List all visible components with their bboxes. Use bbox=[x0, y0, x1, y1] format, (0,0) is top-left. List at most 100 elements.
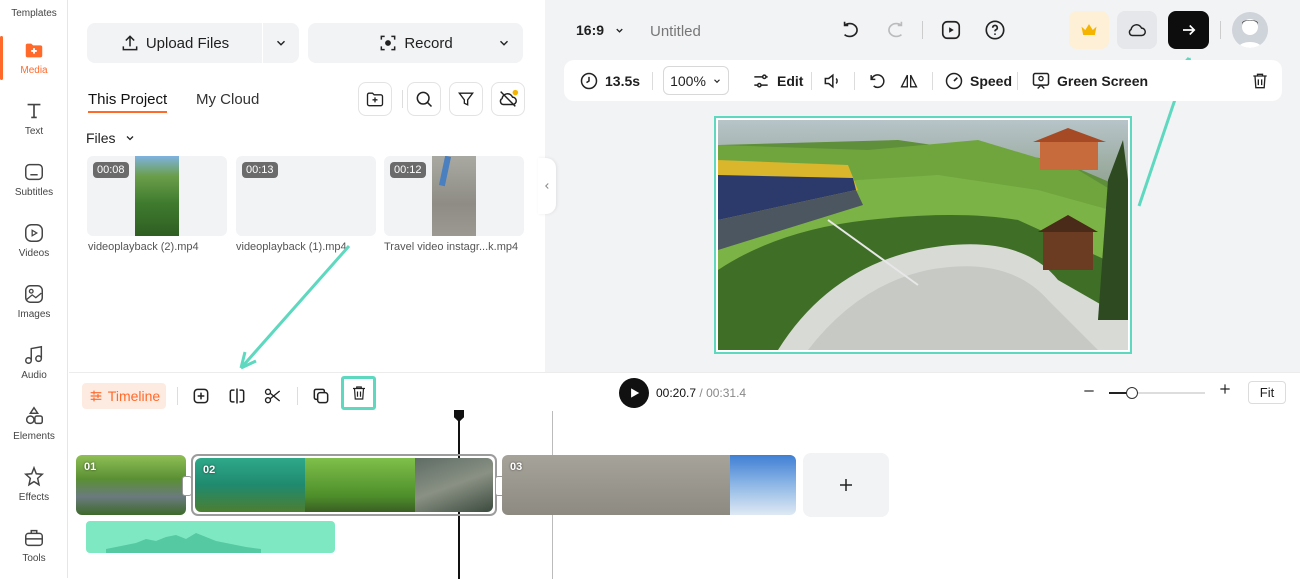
screen-record-button[interactable] bbox=[939, 18, 963, 42]
trash-icon bbox=[1253, 73, 1267, 88]
aspect-ratio-value: 16:9 bbox=[576, 22, 605, 38]
sidebar-item-label: Text bbox=[24, 125, 44, 137]
play-icon bbox=[631, 388, 640, 398]
delete-clip-button[interactable] bbox=[341, 376, 376, 410]
clip-trim-handle-left[interactable] bbox=[182, 476, 192, 496]
add-clip-button[interactable] bbox=[803, 453, 889, 517]
project-title[interactable]: Untitled bbox=[650, 23, 701, 40]
minus-icon bbox=[1084, 390, 1094, 392]
cloud-save-button[interactable] bbox=[1117, 11, 1157, 49]
avatar[interactable] bbox=[1232, 12, 1268, 48]
chevron-down-icon bbox=[713, 78, 720, 83]
record-label: Record bbox=[404, 34, 453, 52]
volume-icon bbox=[824, 73, 838, 88]
divider bbox=[854, 72, 855, 90]
sidebar-item-images[interactable]: Images bbox=[0, 272, 68, 330]
timeline-toggle-button[interactable]: Timeline bbox=[82, 383, 166, 409]
upload-icon bbox=[122, 35, 138, 51]
help-button[interactable] bbox=[983, 18, 1007, 42]
add-track-button[interactable] bbox=[188, 383, 214, 409]
sidebar-item-tools[interactable]: Tools bbox=[0, 516, 68, 574]
video-canvas[interactable] bbox=[714, 116, 1132, 354]
sidebar-item-effects[interactable]: Effects bbox=[0, 455, 68, 513]
sliders-icon bbox=[754, 73, 768, 88]
media-file-thumbnail[interactable]: 00:13 bbox=[236, 156, 376, 236]
timeline-clip[interactable]: 02 bbox=[195, 458, 493, 512]
premium-button[interactable] bbox=[1069, 11, 1109, 49]
zoom-select[interactable]: 100% bbox=[663, 66, 729, 95]
export-button[interactable] bbox=[1168, 11, 1209, 49]
upload-dropdown-button[interactable] bbox=[263, 23, 299, 63]
divider bbox=[922, 21, 923, 39]
divider bbox=[1220, 21, 1221, 39]
clip-thumbnail-image bbox=[502, 455, 730, 515]
tools-icon bbox=[25, 529, 43, 546]
flip-button[interactable] bbox=[899, 60, 919, 101]
delete-button[interactable] bbox=[1250, 60, 1270, 101]
file-name: videoplayback (2).mp4 bbox=[88, 241, 199, 253]
panel-collapse-button[interactable] bbox=[538, 158, 556, 214]
fit-button[interactable]: Fit bbox=[1248, 381, 1286, 404]
chevron-left-icon bbox=[545, 183, 549, 189]
chevron-down-icon bbox=[500, 40, 508, 46]
sidebar-item-subtitles[interactable]: Subtitles bbox=[0, 150, 68, 208]
clip-number: 01 bbox=[84, 461, 97, 473]
timeline-clip[interactable]: 03 bbox=[502, 455, 796, 515]
annotation-arrow bbox=[239, 245, 351, 370]
zoom-slider-handle[interactable] bbox=[1126, 387, 1138, 399]
zoom-out-button[interactable] bbox=[1082, 382, 1096, 403]
sidebar-item-label: Effects bbox=[18, 491, 50, 503]
videos-icon bbox=[25, 223, 43, 242]
media-file-thumbnail[interactable]: 00:12 bbox=[384, 156, 524, 236]
media-file-thumbnail[interactable]: 00:08 bbox=[87, 156, 227, 236]
total-time: 00:31.4 bbox=[706, 386, 747, 400]
rotate-button[interactable] bbox=[867, 60, 887, 101]
video-thumbnail-image bbox=[135, 156, 179, 236]
audio-track[interactable] bbox=[86, 521, 335, 553]
zoom-slider-track[interactable] bbox=[1109, 387, 1205, 399]
clock-icon bbox=[580, 72, 598, 89]
new-folder-button[interactable] bbox=[358, 82, 392, 116]
timeline-clip[interactable]: 01 bbox=[76, 455, 186, 515]
current-time: 00:20.7 bbox=[656, 386, 697, 400]
green-screen-button[interactable]: Green Screen bbox=[1031, 60, 1148, 101]
cloud-sync-button[interactable] bbox=[491, 82, 525, 116]
sidebar-item-label: Media bbox=[20, 64, 48, 76]
help-icon bbox=[985, 20, 1005, 40]
search-button[interactable] bbox=[407, 82, 441, 116]
cut-button[interactable] bbox=[260, 383, 286, 409]
sidebar-item-text[interactable]: Text bbox=[0, 89, 68, 147]
volume-button[interactable] bbox=[822, 60, 842, 101]
upload-files-label: Upload Files bbox=[145, 34, 230, 52]
duplicate-button[interactable] bbox=[308, 383, 334, 409]
tab-my-cloud[interactable]: My Cloud bbox=[196, 91, 259, 108]
sidebar-item-media[interactable]: Media bbox=[0, 28, 68, 86]
tab-this-project[interactable]: This Project bbox=[88, 91, 168, 113]
upload-files-button[interactable]: Upload Files bbox=[87, 23, 262, 63]
zoom-in-button[interactable] bbox=[1218, 382, 1232, 401]
sidebar-item-videos[interactable]: Videos bbox=[0, 211, 68, 269]
redo-button[interactable] bbox=[883, 18, 907, 42]
sidebar-item-label: Images bbox=[17, 308, 51, 320]
play-button[interactable] bbox=[619, 378, 649, 408]
copy-icon bbox=[313, 388, 329, 404]
filter-icon bbox=[458, 92, 474, 106]
aspect-ratio-select[interactable]: 16:9 bbox=[576, 22, 625, 38]
sidebar-item-elements[interactable]: Elements bbox=[0, 394, 68, 452]
divider bbox=[652, 72, 653, 90]
speed-button[interactable]: Speed bbox=[944, 60, 1012, 101]
undo-button[interactable] bbox=[839, 18, 863, 42]
record-button[interactable]: Record bbox=[308, 23, 523, 63]
files-folder-toggle[interactable]: Files bbox=[86, 130, 136, 146]
chevron-down-icon bbox=[616, 28, 623, 33]
divider bbox=[932, 72, 933, 90]
edit-button[interactable]: Edit bbox=[751, 60, 803, 101]
split-button[interactable] bbox=[224, 383, 250, 409]
scissors-icon bbox=[264, 388, 281, 404]
filter-button[interactable] bbox=[449, 82, 483, 116]
duration-button[interactable]: 13.5s bbox=[579, 60, 640, 101]
zoom-value: 100% bbox=[670, 72, 706, 89]
timeline-icon bbox=[90, 390, 102, 402]
sidebar-item-audio[interactable]: Audio bbox=[0, 333, 68, 391]
green-screen-icon bbox=[1032, 72, 1050, 89]
